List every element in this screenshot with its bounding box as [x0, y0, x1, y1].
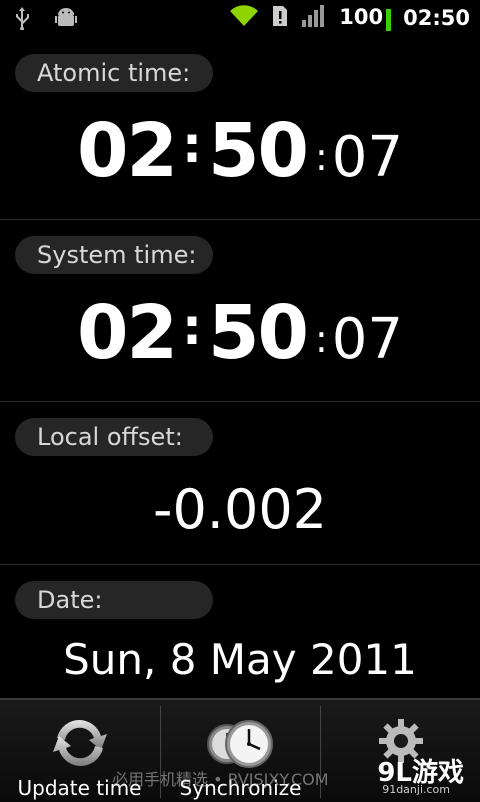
system-time-label: System time:	[15, 236, 213, 274]
status-bar: 100 02:50	[0, 0, 480, 38]
alert-icon	[271, 4, 289, 32]
system-time-section: System time: 02:50:07	[0, 220, 480, 402]
system-seconds: 07	[331, 307, 404, 372]
battery-level: 100	[339, 5, 384, 30]
atomic-seconds: 07	[331, 125, 404, 190]
atomic-hours: 02	[76, 108, 178, 194]
atomic-time-section: Atomic time: 02:50:07	[0, 38, 480, 220]
date-label: Date:	[15, 581, 213, 619]
local-offset-label: Local offset:	[15, 418, 213, 456]
atomic-colon-2: :	[314, 135, 328, 179]
battery-icon	[386, 8, 392, 31]
usb-icon	[12, 6, 32, 34]
atomic-minutes: 50	[207, 108, 309, 194]
local-offset-section: Local offset: -0.002	[0, 402, 480, 565]
system-colon-2: :	[314, 317, 328, 361]
watermark-text: 必用手机精选 • RVJSJXY.COM	[112, 770, 329, 789]
system-minutes: 50	[207, 290, 309, 376]
atomic-time-display: 02:50:07	[0, 108, 480, 194]
atomic-colon-1: :	[181, 116, 202, 174]
system-time-display: 02:50:07	[0, 290, 480, 376]
refresh-icon	[51, 714, 109, 776]
wifi-icon	[229, 4, 259, 32]
system-hours: 02	[76, 290, 178, 376]
atomic-time-label: Atomic time:	[15, 54, 213, 92]
date-value: Sun, 8 May 2011	[63, 635, 417, 684]
site-logo-url: 91danji.com	[382, 783, 450, 796]
android-debug-icon	[54, 6, 78, 34]
signal-icon	[301, 4, 327, 32]
system-colon-1: :	[181, 298, 202, 356]
local-offset-value: -0.002	[152, 478, 328, 541]
date-section: Date: Sun, 8 May 2011	[0, 565, 480, 698]
status-clock: 02:50	[403, 6, 470, 30]
